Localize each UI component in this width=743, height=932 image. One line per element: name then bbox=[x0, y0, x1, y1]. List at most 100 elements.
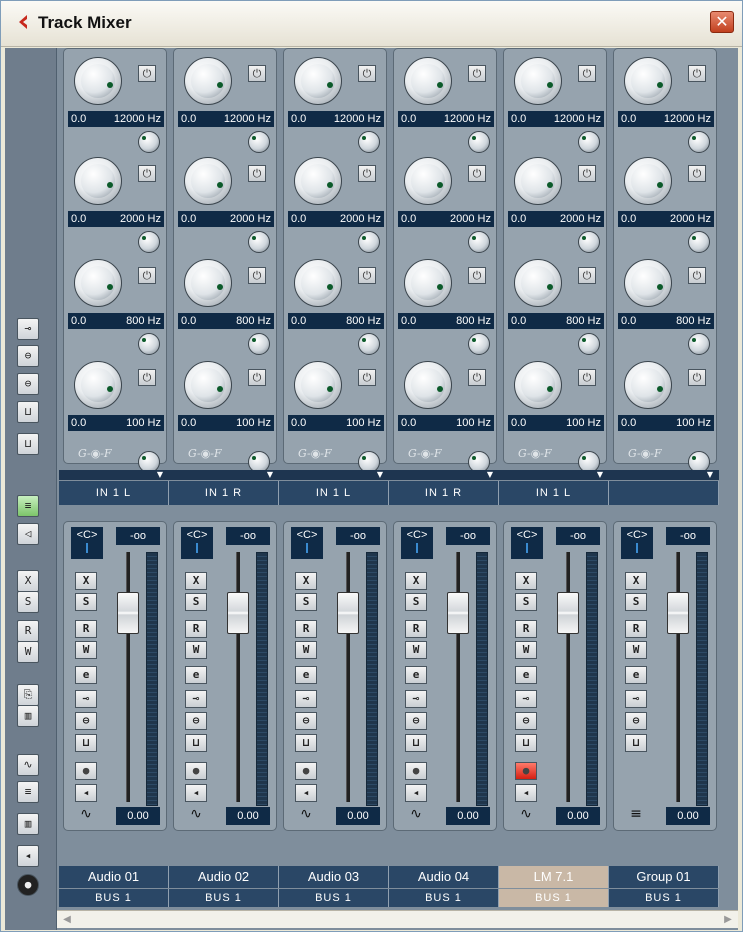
eq-q-knob[interactable] bbox=[358, 231, 380, 253]
input-routing-label[interactable]: IN 1 R bbox=[169, 481, 279, 505]
eq-q-knob[interactable] bbox=[248, 231, 270, 253]
eq-gain-knob[interactable] bbox=[624, 157, 672, 205]
dropdown-arrow-icon[interactable]: ▼ bbox=[267, 470, 273, 479]
monitor-button[interactable]: ◂ bbox=[75, 784, 97, 802]
eq-gain-knob[interactable] bbox=[184, 259, 232, 307]
output-bus-label[interactable]: BUS 1 bbox=[169, 889, 279, 907]
channel-name-label[interactable]: Audio 02 bbox=[169, 866, 279, 888]
eq-gain-knob[interactable] bbox=[514, 361, 562, 409]
dropdown-arrow-icon[interactable]: ▼ bbox=[377, 470, 383, 479]
solo-button[interactable]: S bbox=[295, 593, 317, 611]
send-bypass-button[interactable]: ⊔ bbox=[185, 734, 207, 752]
write-automation-button[interactable]: W bbox=[185, 641, 207, 659]
record-enable-button[interactable]: ● bbox=[405, 762, 427, 780]
horizontal-scrollbar[interactable]: ◀ ▶ bbox=[57, 910, 738, 928]
eq-gain-knob[interactable] bbox=[294, 57, 342, 105]
send-bypass-button[interactable]: ⊔ bbox=[515, 734, 537, 752]
solo-button[interactable]: S bbox=[405, 593, 427, 611]
eq-band-power-button[interactable]: ⏻ bbox=[578, 65, 596, 82]
record-enable-button[interactable]: ● bbox=[75, 762, 97, 780]
eq-band-power-button[interactable]: ⏻ bbox=[578, 165, 596, 182]
eq-band-power-button[interactable]: ⏻ bbox=[138, 267, 156, 284]
volume-fader-track[interactable] bbox=[456, 552, 460, 802]
eq-band-values[interactable]: 0.0 100 Hz bbox=[508, 415, 604, 431]
record-enable-button[interactable]: ● bbox=[515, 762, 537, 780]
eq-band-power-button[interactable]: ⏻ bbox=[358, 267, 376, 284]
read-all-button[interactable]: R bbox=[17, 620, 39, 642]
solo-button[interactable]: S bbox=[625, 593, 647, 611]
channel-name-label[interactable]: Group 01 bbox=[609, 866, 719, 888]
scroll-left-icon[interactable]: ◀ bbox=[60, 912, 74, 927]
eq-band-power-button[interactable]: ⏻ bbox=[688, 65, 706, 82]
mute-button[interactable]: X bbox=[405, 572, 427, 590]
eq-band-power-button[interactable]: ⏻ bbox=[688, 165, 706, 182]
eq-q-knob[interactable] bbox=[358, 131, 380, 153]
mute-button[interactable]: X bbox=[295, 572, 317, 590]
volume-fader-handle[interactable] bbox=[667, 592, 689, 634]
eq-band-values[interactable]: 0.0 12000 Hz bbox=[618, 111, 714, 127]
channel-name-label[interactable]: LM 7.1 bbox=[499, 866, 609, 888]
volume-fader-track[interactable] bbox=[236, 552, 240, 802]
volume-value-display[interactable]: 0.00 bbox=[446, 807, 490, 825]
edit-channel-button[interactable]: e bbox=[295, 666, 317, 684]
view-eq-toggle-button[interactable]: ≡ bbox=[17, 495, 39, 517]
solo-button[interactable]: S bbox=[75, 593, 97, 611]
show-rewire-button[interactable]: ◂ bbox=[17, 845, 39, 867]
eq-band-power-button[interactable]: ⏻ bbox=[248, 369, 266, 386]
eq-bypass-button[interactable]: ⊖ bbox=[75, 712, 97, 730]
monitor-button[interactable]: ◂ bbox=[405, 784, 427, 802]
eq-band-values[interactable]: 0.0 800 Hz bbox=[288, 313, 384, 329]
read-automation-button[interactable]: R bbox=[75, 620, 97, 638]
eq-band-3-view-button[interactable]: ⊖ bbox=[17, 373, 39, 395]
eq-bypass-button[interactable]: ⊖ bbox=[515, 712, 537, 730]
mute-button[interactable]: X bbox=[625, 572, 647, 590]
eq-gain-knob[interactable] bbox=[294, 157, 342, 205]
write-automation-button[interactable]: W bbox=[405, 641, 427, 659]
eq-band-values[interactable]: 0.0 12000 Hz bbox=[508, 111, 604, 127]
eq-band-power-button[interactable]: ⏻ bbox=[248, 65, 266, 82]
eq-band-values[interactable]: 0.0 800 Hz bbox=[508, 313, 604, 329]
eq-band-values[interactable]: 0.0 12000 Hz bbox=[398, 111, 494, 127]
eq-band-power-button[interactable]: ⏻ bbox=[468, 165, 486, 182]
show-group-button[interactable]: ≡ bbox=[17, 781, 39, 803]
record-enable-button[interactable]: ● bbox=[185, 762, 207, 780]
output-bus-label[interactable]: BUS 1 bbox=[609, 889, 719, 907]
monitor-button[interactable]: ◂ bbox=[515, 784, 537, 802]
read-automation-button[interactable]: R bbox=[295, 620, 317, 638]
eq-band-power-button[interactable]: ⏻ bbox=[578, 369, 596, 386]
write-automation-button[interactable]: W bbox=[75, 641, 97, 659]
input-routing-label[interactable]: IN 1 L bbox=[279, 481, 389, 505]
output-bus-label[interactable]: BUS 1 bbox=[389, 889, 499, 907]
volume-value-display[interactable]: 0.00 bbox=[336, 807, 380, 825]
channel-name-label[interactable]: Audio 01 bbox=[59, 866, 169, 888]
show-midi-button[interactable]: ▥ bbox=[17, 813, 39, 835]
read-automation-button[interactable]: R bbox=[405, 620, 427, 638]
eq-band-power-button[interactable]: ⏻ bbox=[138, 165, 156, 182]
send-bypass-button[interactable]: ⊔ bbox=[75, 734, 97, 752]
eq-band-values[interactable]: 0.0 100 Hz bbox=[288, 415, 384, 431]
channel-name-label[interactable]: Audio 04 bbox=[389, 866, 499, 888]
volume-fader-track[interactable] bbox=[346, 552, 350, 802]
eq-q-knob[interactable] bbox=[578, 131, 600, 153]
dropdown-arrow-icon[interactable]: ▼ bbox=[487, 470, 493, 479]
edit-channel-button[interactable]: e bbox=[625, 666, 647, 684]
volume-fader-handle[interactable] bbox=[337, 592, 359, 634]
eq-gain-knob[interactable] bbox=[184, 361, 232, 409]
channel-name-label[interactable]: Audio 03 bbox=[279, 866, 389, 888]
output-bus-label[interactable]: BUS 1 bbox=[279, 889, 389, 907]
eq-gain-knob[interactable] bbox=[624, 361, 672, 409]
send-bypass-button[interactable]: ⊔ bbox=[295, 734, 317, 752]
eq-q-knob[interactable] bbox=[248, 333, 270, 355]
volume-fader-handle[interactable] bbox=[117, 592, 139, 634]
scroll-right-icon[interactable]: ▶ bbox=[721, 912, 735, 927]
eq-gain-knob[interactable] bbox=[514, 157, 562, 205]
view-routing-button[interactable]: ◁ bbox=[17, 523, 39, 545]
eq-band-values[interactable]: 0.0 2000 Hz bbox=[288, 211, 384, 227]
eq-band-values[interactable]: 0.0 800 Hz bbox=[178, 313, 274, 329]
record-enable-button[interactable]: ● bbox=[295, 762, 317, 780]
insert-bypass-button[interactable]: ⊸ bbox=[405, 690, 427, 708]
edit-channel-button[interactable]: e bbox=[515, 666, 537, 684]
solo-button[interactable]: S bbox=[515, 593, 537, 611]
send-bypass-button[interactable]: ⊔ bbox=[405, 734, 427, 752]
send-bypass-button[interactable]: ⊔ bbox=[625, 734, 647, 752]
